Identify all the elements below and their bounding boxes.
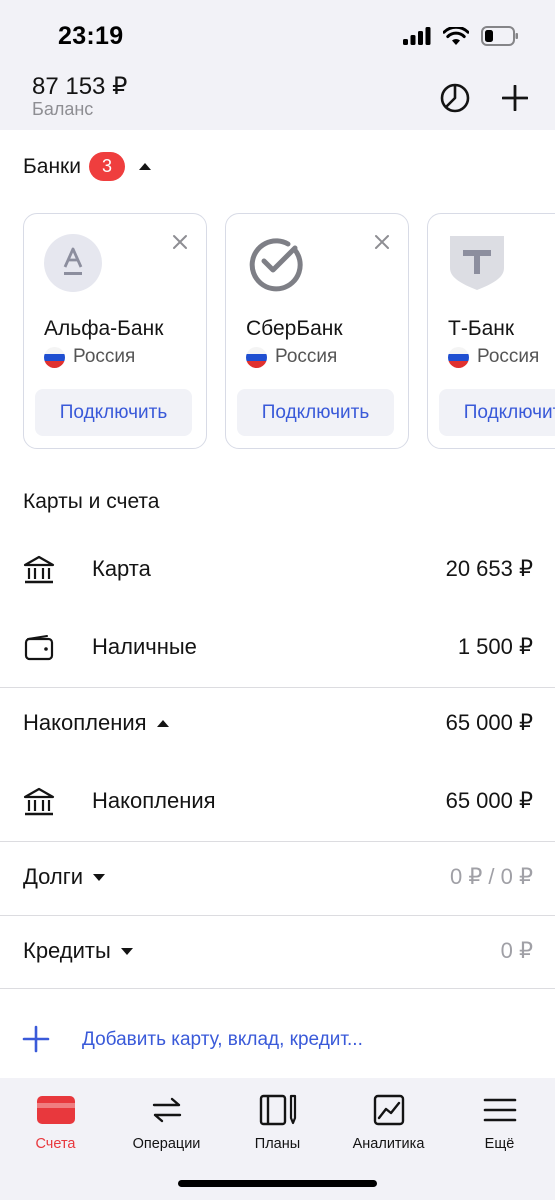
pie-chart-button[interactable] xyxy=(435,78,475,118)
bank-building-icon xyxy=(23,555,55,584)
country-label: Россия xyxy=(275,346,338,367)
chart-icon xyxy=(369,1092,409,1128)
transfer-arrows-icon xyxy=(147,1092,187,1128)
tab-accounts[interactable]: Счета xyxy=(0,1092,111,1162)
banks-count-badge: 3 xyxy=(88,152,125,181)
battery-icon xyxy=(481,26,518,46)
account-amount: 1 500 ₽ xyxy=(457,634,533,659)
banks-section-header[interactable]: Банки 3 xyxy=(23,152,151,181)
bank-name: Альфа-Банк xyxy=(44,317,164,340)
connect-button[interactable]: Подключить xyxy=(439,389,555,436)
bank-card-tbank[interactable]: Т-Банк Россия Подключить xyxy=(427,213,555,449)
header: 87 153 ₽ Баланс xyxy=(0,70,555,130)
accounts-section-title: Карты и счета xyxy=(23,490,160,513)
savings-total: 65 000 ₽ xyxy=(445,710,533,735)
pie-chart-icon xyxy=(440,83,470,113)
country-label: Россия xyxy=(73,346,136,367)
wifi-icon xyxy=(443,26,469,45)
close-icon[interactable] xyxy=(170,232,190,252)
caret-down-icon xyxy=(120,947,133,955)
russia-flag-icon xyxy=(44,346,65,368)
connect-button[interactable]: Подключить xyxy=(237,389,394,436)
caret-up-icon xyxy=(156,719,169,727)
account-name: Карта xyxy=(92,556,151,581)
banks-title: Банки xyxy=(23,154,81,178)
wallet-icon xyxy=(24,635,54,661)
russia-flag-icon xyxy=(246,346,267,368)
account-name: Наличные xyxy=(92,634,197,659)
t-bank-logo xyxy=(450,236,504,290)
account-amount: 20 653 ₽ xyxy=(445,556,533,581)
savings-title-wrap: Накопления xyxy=(23,710,169,736)
caret-down-icon xyxy=(93,873,106,881)
credits-amount: 0 ₽ xyxy=(500,938,533,963)
bank-country: Россия xyxy=(246,346,337,368)
bank-name: Т-Банк xyxy=(448,317,515,340)
caret-up-icon xyxy=(138,163,151,170)
account-row-savings[interactable]: Накопления 65 000 ₽ xyxy=(0,772,555,832)
debts-group-header[interactable]: Долги 0 ₽ / 0 ₽ xyxy=(0,848,555,908)
divider xyxy=(0,841,555,842)
bank-country: Россия xyxy=(44,346,135,368)
divider xyxy=(0,687,555,688)
tab-operations[interactable]: Операции xyxy=(111,1092,222,1162)
tab-label: Счета xyxy=(35,1136,76,1152)
signal-icon xyxy=(403,27,431,45)
tab-plans[interactable]: Планы xyxy=(222,1092,333,1162)
tab-analytics[interactable]: Аналитика xyxy=(333,1092,444,1162)
tab-more[interactable]: Ещё xyxy=(444,1092,555,1162)
debts-amount: 0 ₽ / 0 ₽ xyxy=(449,864,533,889)
divider xyxy=(0,988,555,989)
sberbank-logo xyxy=(249,238,303,292)
credits-title: Кредиты xyxy=(23,938,111,963)
divider xyxy=(0,915,555,916)
balance-amount: 87 153 ₽ xyxy=(32,73,128,100)
tab-label: Операции xyxy=(132,1136,201,1152)
country-label: Россия xyxy=(477,346,540,367)
account-amount: 65 000 ₽ xyxy=(445,788,533,813)
status-icons xyxy=(403,26,519,46)
account-row-card[interactable]: Карта 20 653 ₽ xyxy=(0,540,555,600)
tab-label: Ещё xyxy=(484,1136,515,1152)
add-button[interactable] xyxy=(495,78,535,118)
account-name: Накопления xyxy=(92,788,216,813)
bank-name: СберБанк xyxy=(246,317,343,340)
debts-title: Долги xyxy=(23,864,84,889)
planner-icon xyxy=(258,1092,298,1128)
savings-title: Накопления xyxy=(23,710,147,735)
close-icon[interactable] xyxy=(372,232,392,252)
credits-title-wrap: Кредиты xyxy=(23,938,133,964)
bank-building-icon xyxy=(23,787,55,816)
russia-flag-icon xyxy=(448,346,469,368)
account-row-cash[interactable]: Наличные 1 500 ₽ xyxy=(0,618,555,678)
tab-label: Планы xyxy=(254,1136,301,1152)
connect-button[interactable]: Подключить xyxy=(35,389,192,436)
tab-label: Аналитика xyxy=(352,1136,425,1152)
plus-icon xyxy=(502,85,528,111)
card-icon xyxy=(36,1092,76,1128)
status-bar: 23:19 xyxy=(0,0,555,70)
balance-label: Баланс xyxy=(32,99,94,119)
plus-icon xyxy=(22,1025,50,1053)
bank-country: Россия xyxy=(448,346,539,368)
home-indicator xyxy=(178,1180,377,1187)
credits-group-header[interactable]: Кредиты 0 ₽ xyxy=(0,922,555,982)
add-account-label: Добавить карту, вклад, кредит... xyxy=(82,1029,363,1050)
alfa-bank-logo xyxy=(44,234,102,292)
savings-group-header[interactable]: Накопления 65 000 ₽ xyxy=(0,694,555,754)
menu-icon xyxy=(480,1092,520,1128)
debts-title-wrap: Долги xyxy=(23,864,106,890)
bank-card-sber[interactable]: СберБанк Россия Подключить xyxy=(225,213,409,449)
bank-card-alfa[interactable]: Альфа-Банк Россия Подключить xyxy=(23,213,207,449)
add-account-button[interactable]: Добавить карту, вклад, кредит... xyxy=(0,1010,555,1070)
banks-carousel[interactable]: Альфа-Банк Россия Подключить СберБанк Ро… xyxy=(0,213,555,449)
status-time: 23:19 xyxy=(58,22,124,50)
